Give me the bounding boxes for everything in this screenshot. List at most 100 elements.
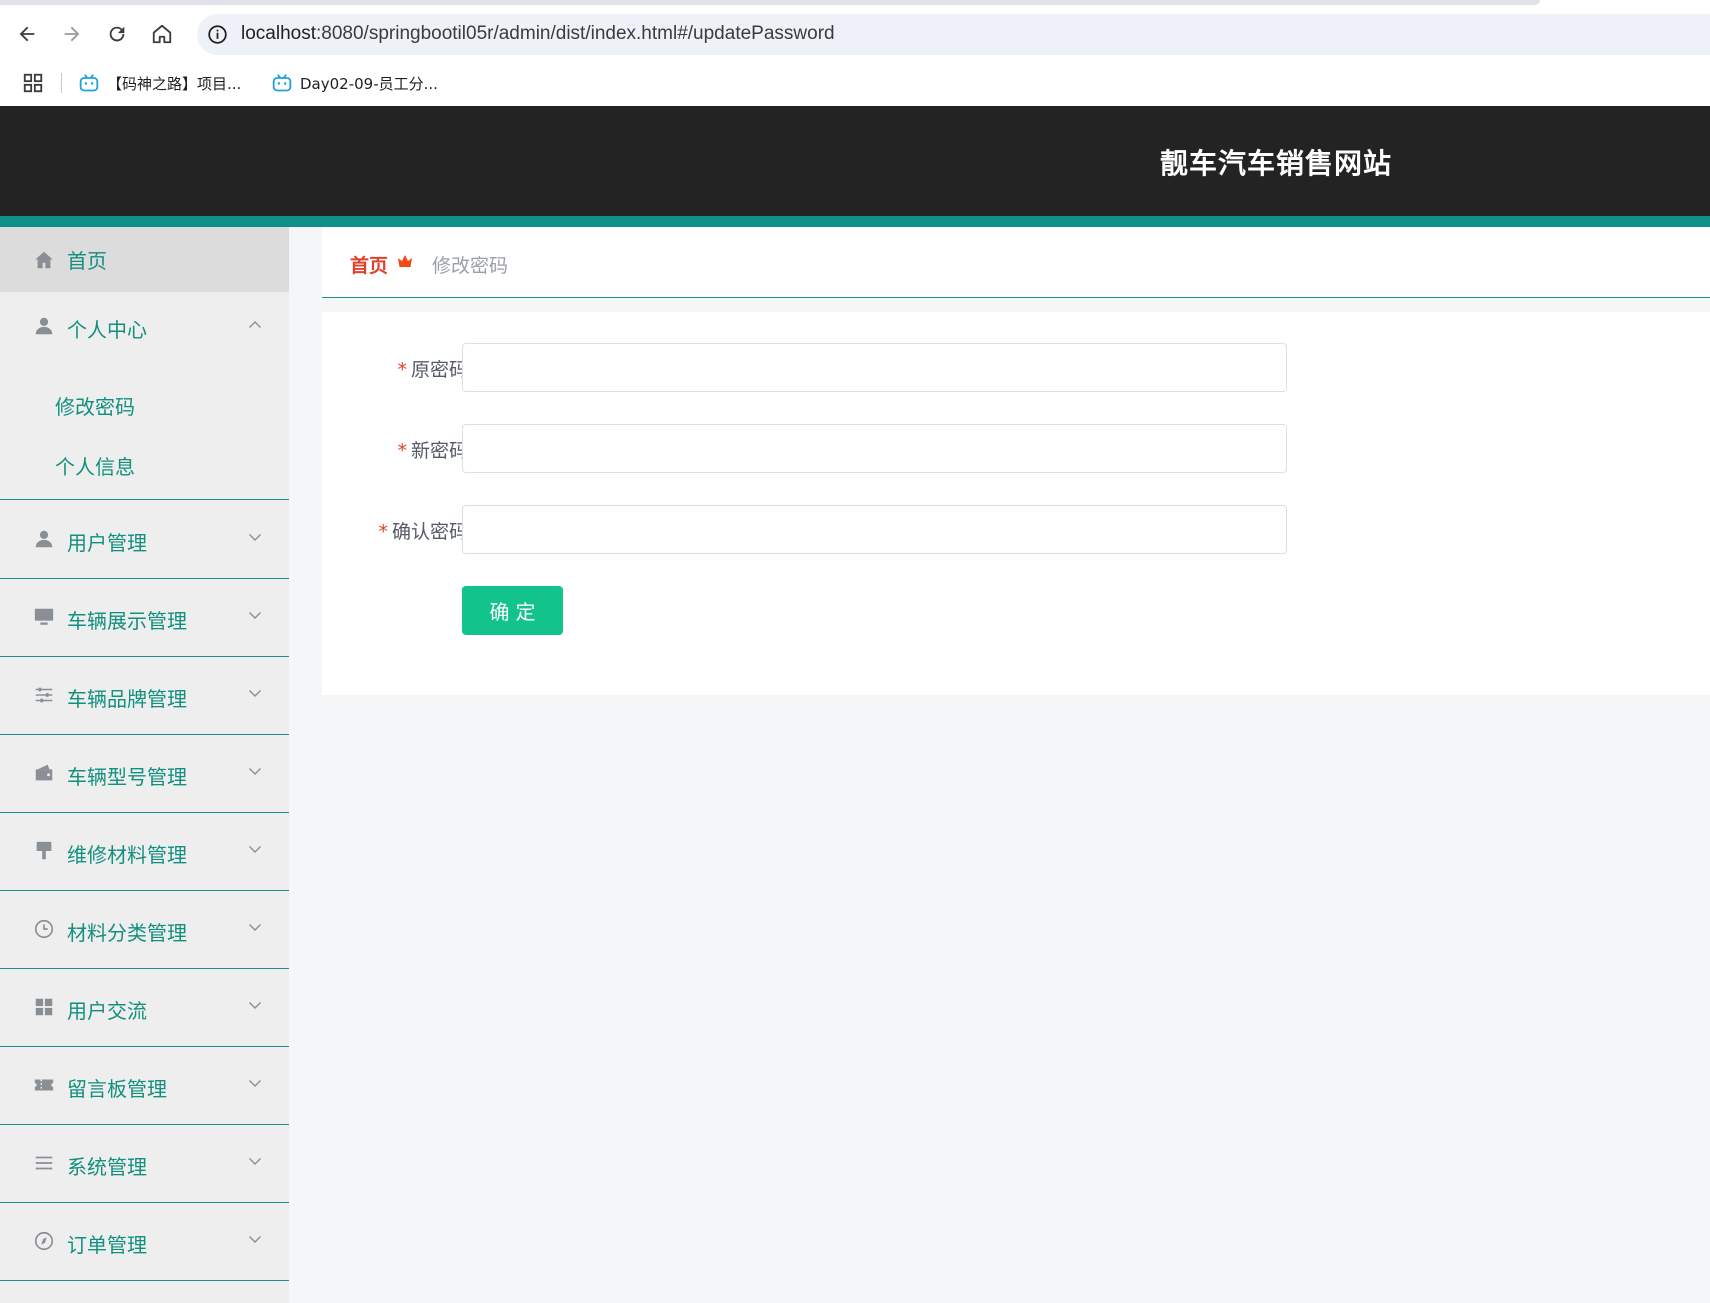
sliders-icon [33, 684, 55, 706]
chevron-up-icon [249, 321, 261, 328]
new-password-label: * 新密码 [397, 436, 468, 463]
old-password-label: * 原密码 [397, 355, 468, 382]
list-icon [33, 1152, 55, 1174]
bookmark-1[interactable]: 【码神之路】项目... [79, 70, 241, 96]
chevron-down-icon [249, 1236, 261, 1243]
required-mark: * [397, 359, 407, 381]
user-icon [33, 528, 55, 550]
old-password-input[interactable] [462, 343, 1287, 392]
sidebar-item-7[interactable]: 用户交流 [0, 969, 289, 1047]
chevron-down-icon [249, 846, 261, 853]
url-text[interactable]: localhost:8080/springbootil05r/admin/dis… [241, 23, 835, 45]
url-path: :8080/springbootil05r/admin/dist/index.h… [316, 23, 835, 44]
forward-button[interactable] [54, 16, 90, 52]
sidebar-item-home[interactable]: 首页 [0, 227, 289, 292]
chevron-down-icon [249, 534, 261, 541]
bookmarks-separator [61, 73, 62, 93]
old-password-label-text: 原密码 [410, 359, 468, 381]
sidebar-item-label: 系统管理 [67, 1155, 147, 1179]
sidebar-item-4[interactable]: 车辆型号管理 [0, 735, 289, 813]
sidebar-item-label: 维修材料管理 [67, 843, 187, 867]
sidebar-item-label: 订单管理 [67, 1233, 147, 1257]
sidebar-item-personal[interactable]: 个人中心 [0, 292, 289, 370]
sidebar-subitem-profile[interactable]: 个人信息 [0, 438, 289, 500]
sidebar-item-label: 个人中心 [67, 318, 147, 342]
chevron-down-icon [249, 690, 261, 697]
user-icon [33, 315, 55, 337]
site-title: 靓车汽车销售网站 [1159, 147, 1392, 180]
chevron-down-icon [249, 1080, 261, 1087]
browser-toolbar: localhost:8080/springbootil05r/admin/dis… [0, 0, 1710, 61]
chevron-down-icon [249, 1158, 261, 1165]
header-accent-bar [0, 216, 1710, 227]
main-content: 首页 修改密码 * 原密码 * 新密码 * 确认密码 确定 [289, 227, 1710, 1303]
bilibili-icon [272, 74, 292, 92]
apps-grid-icon[interactable] [22, 72, 44, 94]
sidebar-item-10[interactable]: 订单管理 [0, 1203, 289, 1281]
sidebar-subitem-label: 修改密码 [55, 395, 135, 419]
ticket-icon [33, 1074, 55, 1096]
arrow-right-icon [64, 26, 80, 42]
reload-icon [109, 26, 125, 42]
sidebar-item-label: 车辆品牌管理 [67, 687, 187, 711]
tab-strip [0, 0, 1540, 5]
bilibili-icon [79, 74, 99, 92]
sidebar-item-label: 留言板管理 [67, 1077, 167, 1101]
sidebar-item-9[interactable]: 系统管理 [0, 1125, 289, 1203]
bookmark-2[interactable]: Day02-09-员工分... [272, 70, 438, 96]
sidebar-item-label: 首页 [67, 249, 107, 273]
back-button[interactable] [9, 16, 45, 52]
sidebar-item-label: 用户交流 [67, 999, 147, 1023]
sidebar-item-6[interactable]: 材料分类管理 [0, 891, 289, 969]
form-row-new-password: * 新密码 [322, 424, 1710, 473]
sidebar-item-8[interactable]: 留言板管理 [0, 1047, 289, 1125]
wallet-icon [33, 762, 55, 784]
bookmark-1-label: 【码神之路】项目... [107, 74, 242, 93]
sidebar-subitem-update-password[interactable]: 修改密码 [0, 370, 289, 438]
address-bar[interactable]: localhost:8080/springbootil05r/admin/dis… [197, 14, 1710, 55]
sidebar: 首页 个人中心 修改密码 个人信息 用户管理车辆展示管理 车辆品牌管理 车辆型号管理… [0, 227, 289, 1303]
bookmarks-bar: 【码神之路】项目... Day02-09-员工分... [0, 61, 1710, 106]
confirm-password-label: * 确认密码 [378, 517, 468, 544]
breadcrumb-home[interactable]: 首页 [350, 251, 388, 278]
sidebar-item-label: 车辆型号管理 [67, 765, 187, 789]
sidebar-item-5[interactable]: 维修材料管理 [0, 813, 289, 891]
new-password-label-text: 新密码 [410, 440, 468, 462]
clock-icon [33, 918, 55, 940]
sidebar-item-2[interactable]: 车辆展示管理 [0, 579, 289, 657]
monitor-icon [33, 606, 55, 628]
new-password-input[interactable] [462, 424, 1287, 473]
site-info-icon[interactable] [207, 24, 228, 45]
form-row-old-password: * 原密码 [322, 343, 1710, 392]
sidebar-item-1[interactable]: 用户管理 [0, 501, 289, 579]
sidebar-item-3[interactable]: 车辆品牌管理 [0, 657, 289, 735]
chevron-down-icon [249, 1002, 261, 1009]
house-icon [152, 24, 172, 44]
required-mark: * [397, 440, 407, 462]
password-form: * 原密码 * 新密码 * 确认密码 确定 [322, 312, 1710, 695]
reload-button[interactable] [99, 16, 135, 52]
chevron-down-icon [249, 924, 261, 931]
grid-icon [33, 996, 55, 1018]
compass-icon [33, 1230, 55, 1252]
sidebar-item-label: 材料分类管理 [67, 921, 187, 945]
required-mark: * [378, 521, 388, 543]
breadcrumb-current: 修改密码 [432, 255, 509, 277]
breadcrumb: 首页 修改密码 [322, 227, 1710, 298]
brush-icon [33, 840, 55, 862]
chevron-down-icon [249, 768, 261, 775]
url-host: localhost [241, 23, 316, 44]
sidebar-item-label: 车辆展示管理 [67, 609, 187, 633]
chevron-down-icon [249, 612, 261, 619]
sidebar-subitem-label: 个人信息 [55, 455, 135, 479]
bookmark-2-label: Day02-09-员工分... [300, 74, 438, 93]
home-button[interactable] [144, 16, 180, 52]
arrow-left-icon [19, 26, 35, 42]
confirm-button[interactable]: 确定 [462, 586, 563, 635]
home-icon [33, 249, 55, 271]
form-row-confirm-password: * 确认密码 [322, 505, 1710, 554]
confirm-password-input[interactable] [462, 505, 1287, 554]
app-header: 靓车汽车销售网站 [0, 106, 1710, 216]
crown-icon [398, 255, 412, 267]
sidebar-item-label: 用户管理 [67, 531, 147, 555]
